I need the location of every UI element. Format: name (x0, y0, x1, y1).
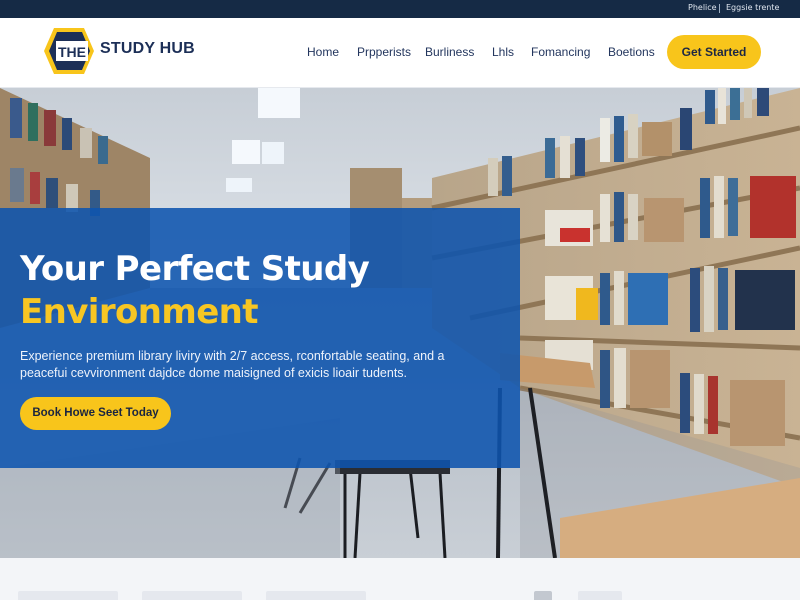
logo-hexagon-icon: THE (44, 28, 94, 74)
feature-card (534, 591, 552, 600)
feature-card (18, 591, 118, 600)
nav-item-properties[interactable]: Prpperists (357, 45, 411, 59)
brand-name: STUDY HUB (100, 40, 195, 57)
get-started-button[interactable]: Get Started (667, 35, 761, 69)
site-logo[interactable]: THE STUDY HUB (44, 26, 195, 76)
hero-title-line-2: Environment (20, 292, 259, 332)
nav-item-financing[interactable]: Fomancing (531, 45, 590, 59)
hero-description: Experience premium library liviry with 2… (20, 349, 445, 380)
site-header: THE STUDY HUB Home Prpperists Burliness … (0, 18, 800, 88)
utility-divider (719, 4, 720, 13)
feature-card (266, 591, 366, 600)
hero-overlay-panel: Your Perfect Study Environment Experienc… (0, 208, 520, 468)
book-seat-button[interactable]: Book Howe Seet Today (20, 397, 171, 430)
hero-section: Your Perfect Study Environment Experienc… (0, 88, 800, 558)
nav-item-business[interactable]: Burliness (425, 45, 474, 59)
feature-card (578, 591, 622, 600)
utility-link-2[interactable]: Eggsie trente (726, 3, 779, 12)
nav-item-home[interactable]: Home (307, 45, 339, 59)
utility-link-1[interactable]: Phelice (688, 3, 717, 12)
logo-mark-text: THE (58, 44, 86, 60)
nav-item-lhls[interactable]: Lhls (492, 45, 514, 59)
feature-cards-strip (0, 558, 800, 600)
nav-item-sections[interactable]: Boetions (608, 45, 655, 59)
hero-title-line-1: Your Perfect Study (20, 249, 370, 289)
hero-headline: Your Perfect Study Environment (20, 248, 370, 334)
feature-card (142, 591, 242, 600)
top-utility-bar: Phelice Eggsie trente (0, 0, 800, 18)
